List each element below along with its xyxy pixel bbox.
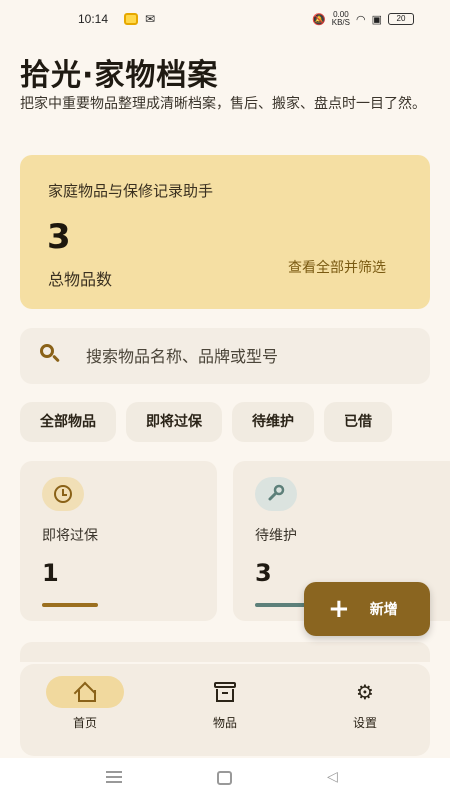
- search-icon: [40, 344, 64, 368]
- total-count-label: 总物品数: [48, 270, 113, 289]
- add-item-button[interactable]: + 新增: [304, 582, 430, 636]
- page-title: 拾光·家物档案: [20, 58, 219, 93]
- add-item-label: 新增: [369, 602, 398, 618]
- net-speed: 0.00 KB/S: [331, 10, 350, 27]
- system-home-button[interactable]: [217, 771, 232, 785]
- status-time: 10:14: [78, 12, 109, 26]
- chip-needs-maintenance[interactable]: 待维护: [232, 402, 314, 442]
- stat-accent-bar: [255, 603, 311, 607]
- notification-app-icon: [124, 13, 138, 25]
- stat-card-expiring[interactable]: 即将过保 1: [20, 461, 217, 621]
- status-bar: 10:14 ✉ 🔕 0.00 KB/S ◠ ▣ 20: [0, 0, 450, 40]
- chip-lent[interactable]: 已借: [324, 402, 392, 442]
- nav-items-label: 物品: [212, 716, 237, 730]
- view-all-link[interactable]: 查看全部并筛选: [288, 257, 386, 277]
- next-section-edge: [20, 642, 430, 662]
- sim-icon: ▣: [371, 13, 382, 26]
- recent-apps-button[interactable]: [106, 771, 122, 783]
- page-subtitle: 把家中重要物品整理成清晰档案，售后、搬家、盘点时一目了然。: [20, 96, 426, 112]
- wechat-icon: ✉: [145, 12, 156, 26]
- stat-value: 3: [255, 559, 272, 587]
- nav-settings-label: 设置: [352, 716, 377, 730]
- filter-chips: 全部物品 即将过保 待维护 已借: [20, 402, 450, 442]
- system-back-button[interactable]: ◁: [327, 769, 338, 785]
- nav-items[interactable]: 物品: [185, 676, 265, 731]
- stat-accent-bar: [42, 603, 98, 607]
- stat-label: 待维护: [255, 528, 297, 544]
- stat-value: 1: [42, 559, 59, 587]
- system-nav-bar: ◁: [0, 758, 450, 800]
- summary-card: 家庭物品与保修记录助手 3 总物品数 查看全部并筛选: [20, 155, 430, 309]
- total-count: 3: [47, 217, 71, 257]
- summary-label: 家庭物品与保修记录助手: [48, 182, 214, 200]
- stat-label: 即将过保: [42, 528, 98, 544]
- gear-icon: ⚙: [356, 680, 374, 704]
- battery-icon: 20: [388, 13, 414, 25]
- wrench-icon: [255, 477, 297, 511]
- search-bar[interactable]: [20, 328, 430, 384]
- search-input[interactable]: [86, 346, 406, 366]
- chip-expiring-warranty[interactable]: 即将过保: [126, 402, 222, 442]
- archive-icon: [186, 676, 264, 708]
- clock-icon: [42, 477, 84, 511]
- mute-icon: 🔕: [312, 13, 326, 26]
- wifi-icon: ◠: [355, 13, 366, 26]
- nav-settings[interactable]: ⚙ 设置: [325, 676, 405, 731]
- status-icons: 🔕 0.00 KB/S ◠ ▣ 20: [312, 11, 414, 27]
- nav-home-label: 首页: [72, 716, 97, 730]
- nav-home[interactable]: 首页: [45, 676, 125, 731]
- chip-all-items[interactable]: 全部物品: [20, 402, 116, 442]
- plus-icon: +: [328, 594, 350, 624]
- home-icon: [46, 676, 124, 708]
- bottom-nav: 首页 物品 ⚙ 设置: [20, 664, 430, 756]
